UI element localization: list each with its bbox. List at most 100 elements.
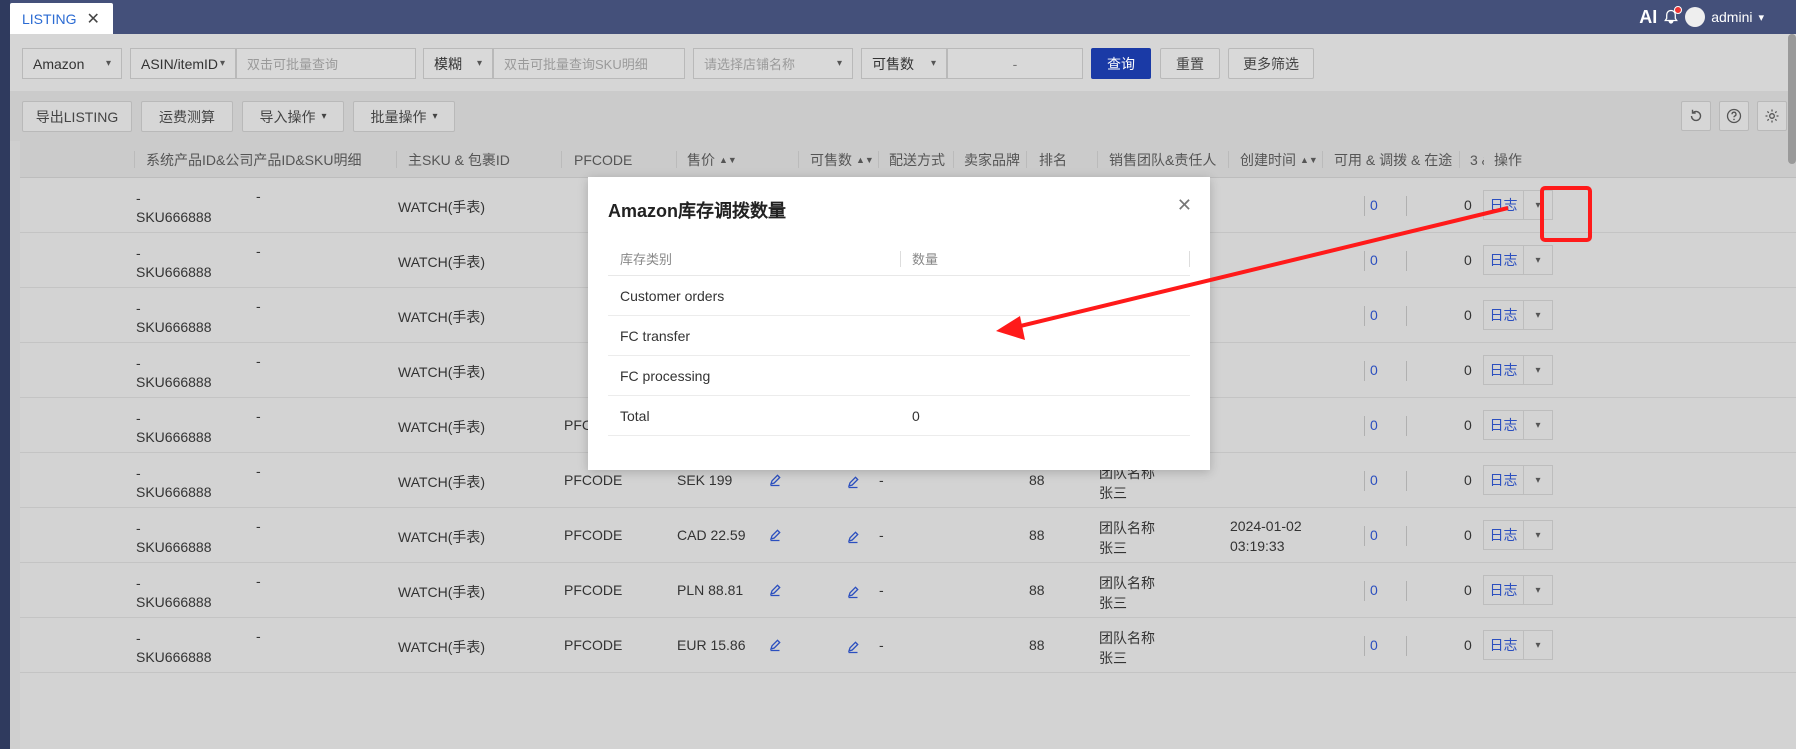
log-button[interactable]: 日志 — [1484, 356, 1524, 384]
column-divider — [900, 251, 901, 267]
refresh-icon[interactable] — [1681, 101, 1711, 131]
log-button[interactable]: 日志 — [1484, 246, 1524, 274]
log-button[interactable]: 日志 — [1484, 411, 1524, 439]
sku-code: SKU666888 — [136, 209, 212, 225]
gear-icon[interactable] — [1757, 101, 1787, 131]
bell-icon[interactable] — [1663, 6, 1683, 25]
available-stock-link[interactable]: 0 — [1370, 582, 1378, 598]
chevron-down-icon[interactable]: ▾ — [1524, 530, 1552, 541]
main-sku: WATCH(手表) — [398, 419, 486, 435]
sku-search-input[interactable]: 双击可批量查询SKU明细 — [493, 48, 685, 79]
edit-price-icon[interactable] — [768, 528, 782, 542]
edit-price-icon[interactable] — [768, 638, 782, 652]
id-search-input[interactable]: 双击可批量查询 — [236, 48, 416, 79]
main-sku: WATCH(手表) — [398, 309, 486, 325]
stock-qty: 0 — [912, 407, 920, 424]
qty-field-select[interactable]: 可售数 ▾ — [861, 48, 947, 79]
avatar[interactable] — [1685, 7, 1706, 27]
more-filters-button[interactable]: 更多筛选 — [1228, 48, 1314, 79]
available-stock-link[interactable]: 0 — [1370, 197, 1378, 213]
column-divider — [1459, 151, 1460, 168]
chevron-down-icon[interactable]: ▾ — [1758, 11, 1764, 24]
modal-title: Amazon库存调拨数量 — [608, 201, 787, 221]
platform-select[interactable]: Amazon ▾ — [22, 48, 122, 79]
close-icon[interactable]: ✕ — [86, 9, 99, 29]
tab-listing[interactable]: LISTING ✕ — [10, 3, 113, 34]
sort-icon[interactable]: ▲▼ — [856, 155, 874, 165]
available-stock-link[interactable]: 0 — [1370, 307, 1378, 323]
chevron-down-icon[interactable]: ▾ — [1524, 420, 1552, 431]
chevron-down-icon[interactable]: ▾ — [1524, 585, 1552, 596]
column-divider — [1406, 196, 1407, 216]
username[interactable]: admini — [1711, 9, 1752, 25]
col-shipping: 配送方式 — [889, 151, 945, 168]
available-stock-link[interactable]: 0 — [1370, 637, 1378, 653]
available-stock-link[interactable]: 0 — [1370, 417, 1378, 433]
log-button[interactable]: 日志 — [1484, 631, 1524, 659]
batch-menu-button[interactable]: 批量操作 ▾ — [353, 101, 455, 132]
main-sku: WATCH(手表) — [398, 584, 486, 600]
edit-price-icon[interactable] — [768, 473, 782, 487]
edit-sellable-icon[interactable] — [846, 585, 860, 599]
owner-name: 张三 — [1099, 485, 1127, 501]
available-stock-link[interactable]: 0 — [1370, 472, 1378, 488]
vertical-scrollbar[interactable] — [1788, 34, 1796, 164]
ai-logo[interactable]: AI — [1639, 7, 1657, 28]
col-stock-type: 库存类别 — [620, 252, 673, 267]
column-divider — [1322, 151, 1323, 168]
edit-sellable-icon[interactable] — [846, 530, 860, 544]
col-main-sku: 主SKU & 包裹ID — [408, 151, 510, 168]
available-stock-link[interactable]: 0 — [1370, 527, 1378, 543]
close-icon[interactable]: ✕ — [1177, 195, 1192, 216]
chevron-down-icon[interactable]: ▾ — [1524, 310, 1552, 321]
edit-sellable-icon[interactable] — [846, 475, 860, 489]
modal-row-customer-orders: Customer orders — [608, 276, 1190, 316]
price: PLN 88.81 — [677, 582, 744, 598]
match-mode-select[interactable]: 模糊 ▾ — [423, 48, 493, 79]
three-day-value: 0 — [1464, 417, 1472, 433]
company-id-dash: - — [256, 188, 261, 204]
qty-range-input[interactable]: - — [947, 48, 1083, 79]
column-divider — [134, 151, 135, 168]
log-button[interactable]: 日志 — [1484, 521, 1524, 549]
chevron-down-icon[interactable]: ▾ — [1524, 640, 1552, 651]
log-button[interactable]: 日志 — [1484, 466, 1524, 494]
col-pfcode: PFCODE — [574, 151, 633, 168]
help-icon[interactable] — [1719, 101, 1749, 131]
available-stock-link[interactable]: 0 — [1370, 252, 1378, 268]
rank: 88 — [1029, 527, 1045, 543]
available-stock-link[interactable]: 0 — [1370, 362, 1378, 378]
reset-button[interactable]: 重置 — [1160, 48, 1220, 79]
log-button[interactable]: 日志 — [1484, 191, 1524, 219]
log-button-group: 日志 ▾ — [1483, 355, 1553, 385]
col-price[interactable]: 售价 ▲▼ — [687, 141, 787, 178]
col-created[interactable]: 创建时间 ▲▼ — [1240, 141, 1330, 178]
query-button[interactable]: 查询 — [1091, 48, 1151, 79]
col-sellable[interactable]: 可售数 ▲▼ — [810, 141, 880, 178]
sort-icon[interactable]: ▲▼ — [1300, 155, 1318, 165]
chevron-down-icon[interactable]: ▾ — [1524, 475, 1552, 486]
sku-code: SKU666888 — [136, 319, 212, 335]
import-menu-button[interactable]: 导入操作 ▾ — [242, 101, 344, 132]
column-divider — [1364, 471, 1365, 491]
log-button[interactable]: 日志 — [1484, 576, 1524, 604]
export-listing-button[interactable]: 导出LISTING — [22, 101, 132, 132]
store-select[interactable]: 请选择店铺名称 ▾ — [693, 48, 853, 79]
chevron-down-icon[interactable]: ▾ — [1524, 365, 1552, 376]
chevron-down-icon[interactable]: ▾ — [1524, 255, 1552, 266]
freight-calc-button[interactable]: 运费测算 — [141, 101, 233, 132]
id-type-select[interactable]: ASIN/itemID ▾ — [130, 48, 236, 79]
edit-sellable-icon[interactable] — [846, 640, 860, 654]
main-sku: WATCH(手表) — [398, 199, 486, 215]
rank: 88 — [1029, 472, 1045, 488]
company-id-dash: - — [256, 518, 261, 534]
main-sku: WATCH(手表) — [398, 474, 486, 490]
edit-price-icon[interactable] — [768, 583, 782, 597]
table-row: - SKU666888 - WATCH(手表) PFCODE EUR 15.86 - 88 团队… — [20, 618, 1796, 673]
pfcode: PFCODE — [564, 472, 623, 488]
owner-name: 张三 — [1099, 650, 1127, 666]
column-divider — [1364, 361, 1365, 381]
sort-icon[interactable]: ▲▼ — [719, 155, 737, 165]
log-button[interactable]: 日志 — [1484, 301, 1524, 329]
sku-search-placeholder: 双击可批量查询SKU明细 — [504, 57, 648, 72]
